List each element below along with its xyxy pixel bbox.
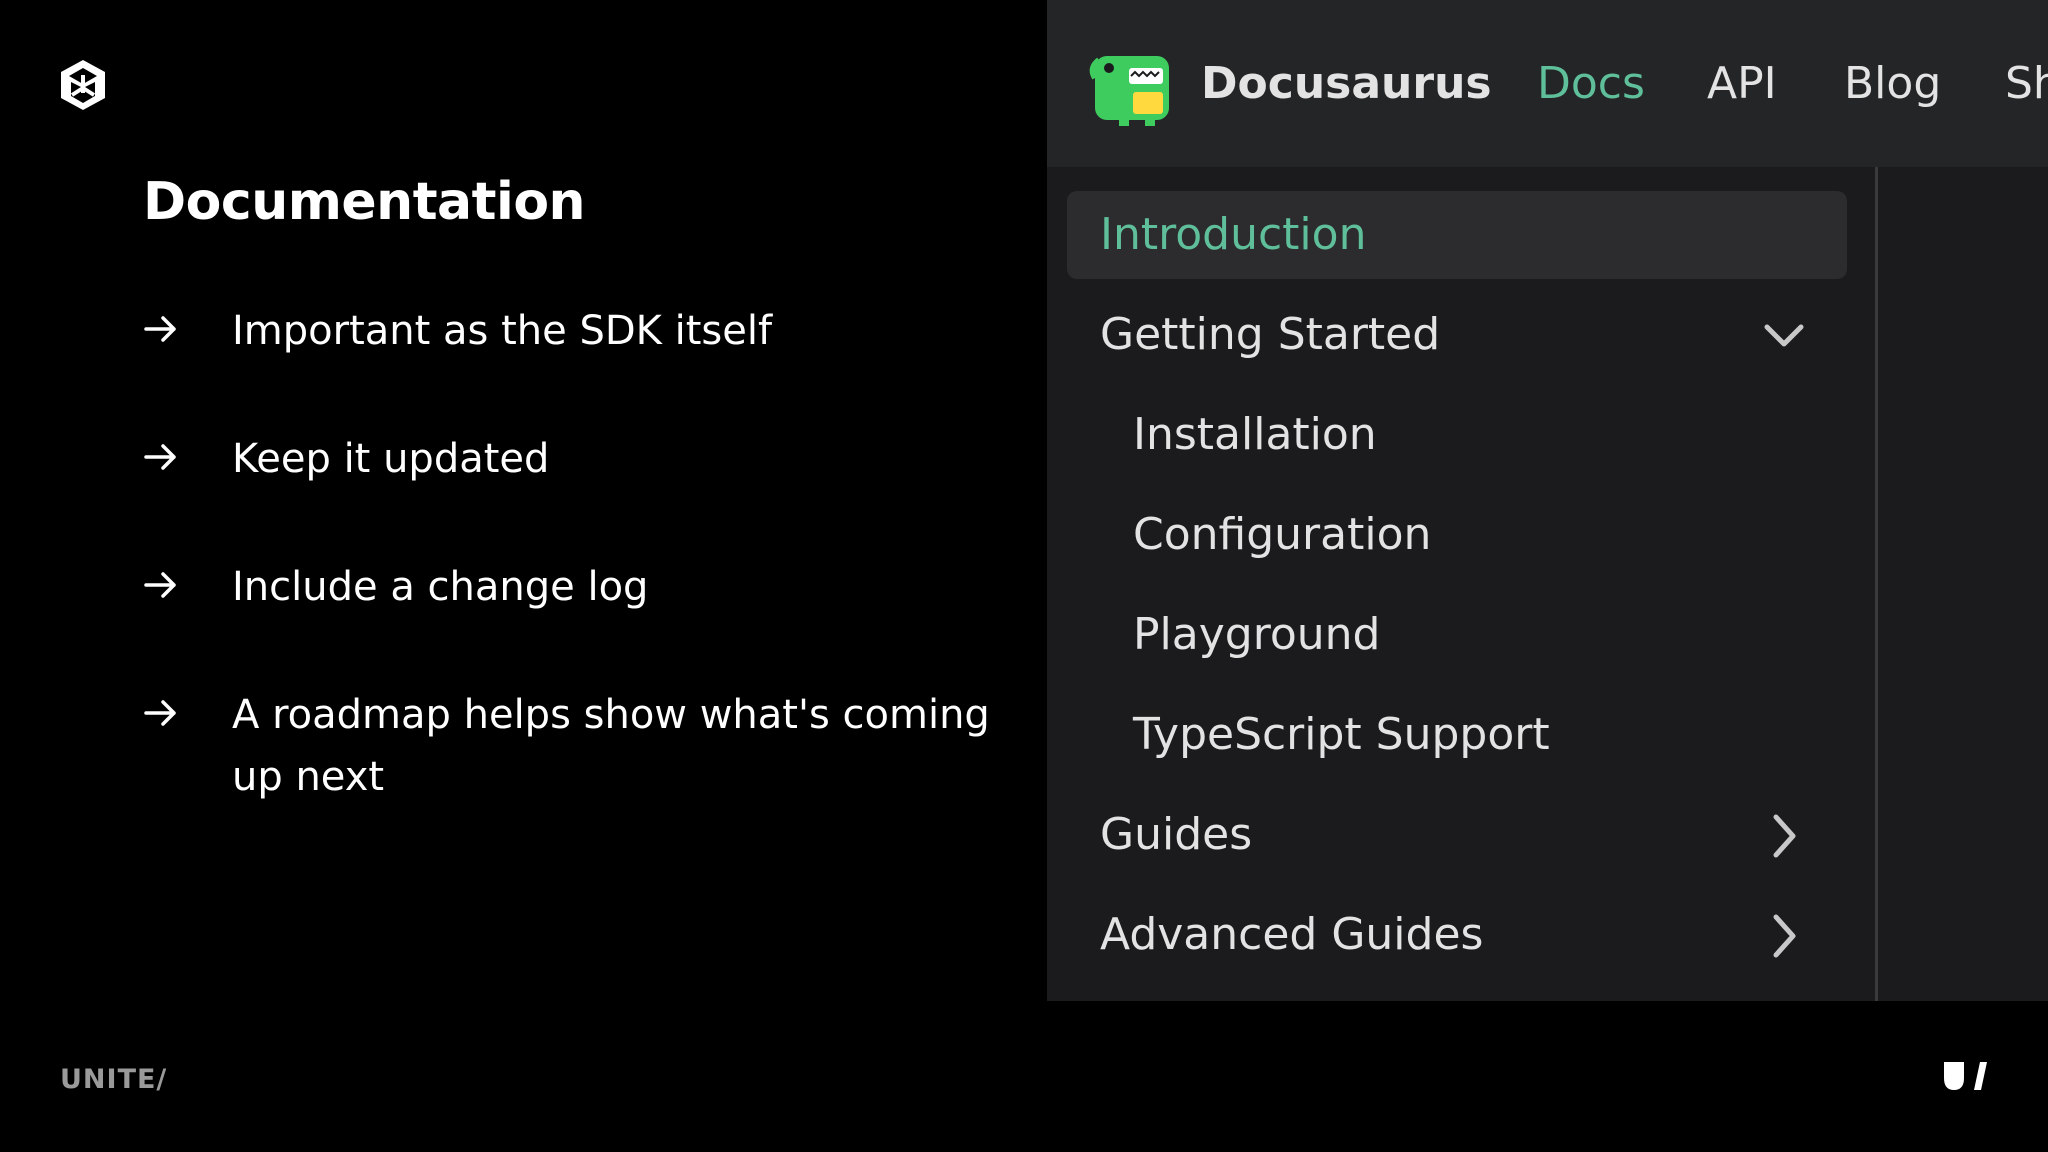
slide-title: Documentation	[143, 172, 586, 232]
arrow-right-icon	[144, 444, 176, 470]
nav-link-api[interactable]: API	[1707, 58, 1777, 109]
sidebar-item-advanced-guides[interactable]: Advanced Guides	[1067, 891, 1847, 979]
docs-sidebar: Introduction Getting Started Installatio…	[1047, 167, 1875, 1001]
unity-logo-icon	[61, 60, 105, 110]
sidebar-item-guides[interactable]: Guides	[1067, 791, 1847, 879]
nav-link-docs[interactable]: Docs	[1537, 58, 1645, 109]
sidebar-item-label: Playground	[1133, 609, 1381, 660]
sidebar-item-label: Guides	[1100, 809, 1253, 860]
sidebar-item-configuration[interactable]: Configuration	[1067, 491, 1847, 579]
bullet-text: Important as the SDK itself	[232, 308, 773, 354]
sidebar-item-label: Getting Started	[1100, 309, 1441, 360]
bullet-text: A roadmap helps show what's coming up ne…	[232, 692, 990, 800]
sidebar-item-introduction[interactable]: Introduction	[1067, 191, 1847, 279]
sidebar-item-installation[interactable]: Installation	[1067, 391, 1847, 479]
bullet-item: Include a change log	[143, 556, 1003, 618]
sidebar-item-label: Installation	[1133, 409, 1377, 460]
bullet-item: A roadmap helps show what's coming up ne…	[143, 684, 1003, 808]
sidebar-item-label: TypeScript Support	[1133, 709, 1550, 760]
unite-wordmark: UNITE/	[60, 1064, 168, 1095]
bullet-text: Keep it updated	[232, 436, 550, 482]
sidebar-divider	[1875, 167, 1878, 1001]
sidebar-item-getting-started[interactable]: Getting Started	[1067, 291, 1847, 379]
bullet-text: Include a change log	[232, 564, 649, 610]
nav-link-showcase[interactable]: Sh	[2005, 58, 2048, 109]
sidebar-item-typescript-support[interactable]: TypeScript Support	[1067, 691, 1847, 779]
chevron-right-icon[interactable]	[1761, 813, 1807, 859]
navbar: Docusaurus Docs API Blog Sh	[1047, 0, 2048, 167]
arrow-right-icon	[144, 572, 176, 598]
docs-site-screenshot: Docusaurus Docs API Blog Sh Introduction…	[1047, 0, 2048, 1001]
bullet-list: Important as the SDK itself Keep it upda…	[143, 300, 1003, 874]
nav-link-blog[interactable]: Blog	[1844, 58, 1941, 109]
sidebar-item-label: Advanced Guides	[1100, 909, 1484, 960]
sidebar-item-label: Configuration	[1133, 509, 1432, 560]
bullet-item: Important as the SDK itself	[143, 300, 1003, 362]
chevron-right-icon[interactable]	[1761, 913, 1807, 959]
bullet-item: Keep it updated	[143, 428, 1003, 490]
arrow-right-icon	[144, 700, 176, 726]
chevron-down-icon[interactable]	[1761, 313, 1807, 359]
docusaurus-logo-icon[interactable]	[1089, 48, 1177, 126]
brand-name[interactable]: Docusaurus	[1201, 58, 1492, 109]
sidebar-item-label: Introduction	[1100, 209, 1367, 260]
sidebar-item-playground[interactable]: Playground	[1067, 591, 1847, 679]
arrow-right-icon	[144, 316, 176, 342]
unite-logo-icon	[1944, 1062, 1987, 1090]
